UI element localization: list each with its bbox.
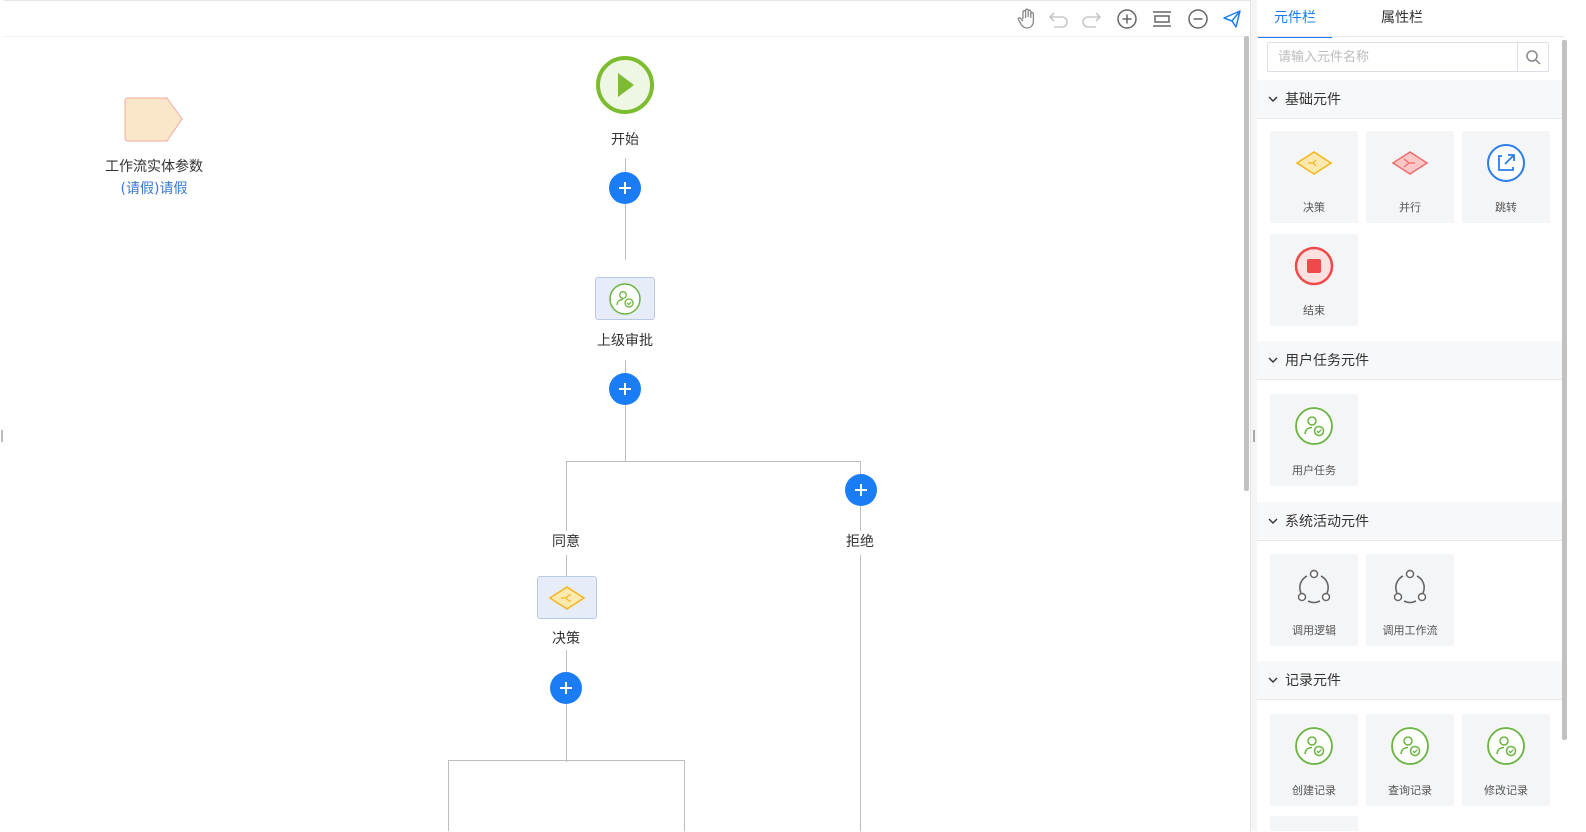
- chevron-down-icon: [1268, 677, 1278, 683]
- section-user-task-header[interactable]: 用户任务元件: [1257, 341, 1565, 380]
- section-title: 记录元件: [1285, 673, 1341, 689]
- user-task-icon: [1487, 727, 1525, 765]
- reject-branch-label[interactable]: 拒绝: [800, 531, 920, 551]
- component-label: 跳转: [1495, 201, 1517, 214]
- connector-line: [860, 555, 861, 831]
- user-task-icon: [1391, 727, 1429, 765]
- plus-icon: [619, 383, 631, 395]
- entity-param-node[interactable]: [123, 97, 185, 147]
- fit-icon[interactable]: [1150, 7, 1174, 31]
- search-button[interactable]: [1517, 43, 1548, 71]
- entity-title: 工作流实体参数: [105, 159, 203, 175]
- approve-node[interactable]: [595, 277, 655, 320]
- connector-line: [448, 760, 449, 831]
- call-logic-icon: [1297, 569, 1331, 604]
- left-splitter-grip[interactable]: [1, 430, 3, 442]
- section-title: 系统活动元件: [1285, 514, 1369, 530]
- jump-icon: [1487, 144, 1525, 182]
- component-label: 修改记录: [1484, 784, 1528, 797]
- parallel-icon: [1391, 151, 1429, 175]
- connector-line: [684, 760, 685, 831]
- decision-icon: [1295, 151, 1333, 175]
- decision-icon: [548, 585, 586, 610]
- splitter-grip[interactable]: [1253, 430, 1255, 442]
- canvas-scrollbar[interactable]: [1244, 36, 1249, 491]
- component-create-record[interactable]: 创建记录: [1270, 714, 1358, 806]
- component-label: 查询记录: [1388, 784, 1432, 797]
- component-label: 结束: [1303, 304, 1325, 317]
- user-task-icon: [1295, 407, 1333, 445]
- component-label: 用户任务: [1292, 464, 1336, 477]
- component-query-record[interactable]: 查询记录: [1366, 714, 1454, 806]
- component-call-workflow[interactable]: 调用工作流: [1366, 554, 1454, 646]
- zoom-in-icon[interactable]: [1115, 7, 1139, 31]
- section-title: 用户任务元件: [1285, 353, 1369, 369]
- component-label: 创建记录: [1292, 784, 1336, 797]
- agree-branch-label[interactable]: 同意: [506, 531, 626, 551]
- add-node-button[interactable]: [845, 474, 877, 506]
- connector-line: [566, 650, 567, 762]
- hand-icon[interactable]: [1015, 7, 1039, 31]
- entity-link[interactable]: (请假)请假: [94, 178, 214, 198]
- branch-line: [566, 461, 861, 462]
- section-basic-header[interactable]: 基础元件: [1257, 80, 1565, 119]
- connector-line: [566, 555, 567, 577]
- tab-properties[interactable]: 属性栏: [1365, 0, 1439, 36]
- add-node-button[interactable]: [550, 672, 582, 704]
- call-workflow-icon: [1393, 569, 1427, 604]
- plus-icon: [560, 682, 572, 694]
- component-panel: 元件栏 属性栏 基础元件 决策 并行 跳转 结束 用户任务元件 用户任务: [1257, 0, 1565, 831]
- plus-icon: [619, 182, 631, 194]
- chevron-down-icon: [1268, 518, 1278, 524]
- section-system-activity-header[interactable]: 系统活动元件: [1257, 502, 1565, 541]
- component-label: 调用工作流: [1382, 624, 1438, 637]
- component-user-task[interactable]: 用户任务: [1270, 394, 1358, 486]
- search-input[interactable]: [1268, 43, 1528, 71]
- decision-label: 决策: [552, 631, 580, 647]
- component-label: 并行: [1399, 201, 1421, 214]
- component-call-logic[interactable]: 调用逻辑: [1270, 554, 1358, 646]
- plus-icon: [855, 484, 867, 496]
- redo-icon[interactable]: [1079, 7, 1103, 31]
- chevron-down-icon: [1268, 357, 1278, 363]
- flow-canvas[interactable]: [4, 0, 1250, 832]
- component-jump[interactable]: 跳转: [1462, 131, 1550, 223]
- zoom-out-icon[interactable]: [1186, 7, 1210, 31]
- tab-divider: [1257, 36, 1565, 37]
- user-task-icon: [609, 282, 641, 315]
- undo-icon[interactable]: [1047, 7, 1071, 31]
- connector-line: [566, 461, 567, 531]
- start-node[interactable]: [595, 55, 655, 119]
- approve-label: 上级审批: [597, 333, 653, 349]
- start-label: 开始: [611, 132, 639, 148]
- search-box: [1267, 42, 1549, 72]
- component-update-record[interactable]: 修改记录: [1462, 714, 1550, 806]
- component-card-partial[interactable]: [1270, 816, 1358, 831]
- add-node-button[interactable]: [609, 172, 641, 204]
- tab-components[interactable]: 元件栏: [1258, 0, 1332, 38]
- component-label: 决策: [1303, 201, 1325, 214]
- component-label: 调用逻辑: [1292, 624, 1336, 637]
- toolbar-divider: [4, 36, 1244, 37]
- user-task-icon: [1295, 727, 1333, 765]
- branch-line: [448, 760, 685, 761]
- section-record-header[interactable]: 记录元件: [1257, 661, 1565, 700]
- component-end[interactable]: 结束: [1270, 234, 1358, 326]
- component-parallel[interactable]: 并行: [1366, 131, 1454, 223]
- publish-icon[interactable]: [1220, 7, 1244, 31]
- panel-scrollbar[interactable]: [1562, 40, 1567, 740]
- add-node-button[interactable]: [609, 373, 641, 405]
- end-icon: [1294, 246, 1334, 286]
- section-title: 基础元件: [1285, 92, 1341, 108]
- component-decision[interactable]: 决策: [1270, 131, 1358, 223]
- search-icon: [1526, 50, 1541, 65]
- chevron-down-icon: [1268, 96, 1278, 102]
- decision-node[interactable]: [537, 576, 597, 619]
